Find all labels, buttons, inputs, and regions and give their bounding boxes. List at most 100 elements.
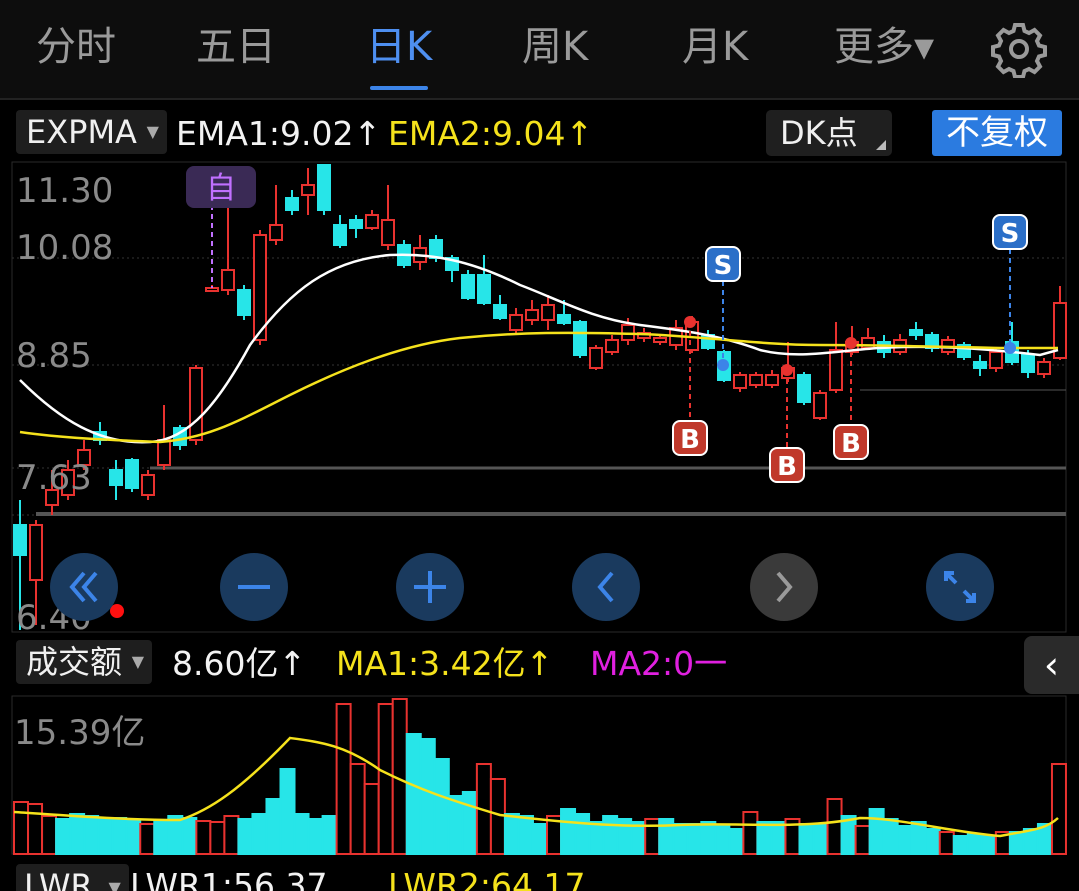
candle-body xyxy=(749,374,763,386)
volume-bar xyxy=(798,823,815,855)
volume-bar xyxy=(531,823,548,855)
step-forward-button[interactable] xyxy=(750,553,818,621)
candle-body xyxy=(157,439,171,466)
volume-bar xyxy=(447,795,464,855)
candle-body xyxy=(221,269,235,291)
candle-body xyxy=(573,321,587,356)
volume-bar xyxy=(517,815,534,855)
candle-body xyxy=(381,219,395,246)
volume-bar xyxy=(293,813,310,855)
volume-bar xyxy=(181,817,198,855)
volume-bar xyxy=(854,825,871,855)
volume-bar xyxy=(714,825,731,855)
candle-body xyxy=(461,274,475,299)
chevron-down-icon: ▼ xyxy=(131,652,145,671)
chevron-down-icon: ▼ xyxy=(108,878,121,891)
buy-dot xyxy=(684,316,696,328)
volume-bar xyxy=(574,813,591,855)
kline-chart[interactable]: 自BBBSS 11.3010.088.857.636.4015.39亿 xyxy=(0,0,1079,891)
candle-body xyxy=(109,469,123,486)
candle-body xyxy=(973,361,987,369)
buy-marker-text: B xyxy=(680,425,700,455)
volume-bar xyxy=(83,815,100,855)
lwr-header: LWR ▼ LWR1:56.37 LWR2:64.17 xyxy=(0,860,1079,891)
volume-bar xyxy=(125,820,142,855)
volume-bar xyxy=(97,818,114,855)
fast-backward-button[interactable] xyxy=(50,553,118,621)
volume-bar xyxy=(868,808,885,855)
candle-body xyxy=(141,474,155,496)
zoom-out-button[interactable] xyxy=(220,553,288,621)
candle-body xyxy=(541,304,555,321)
volume-bar xyxy=(363,783,380,855)
candle-body xyxy=(189,367,203,441)
buy-marker-text: B xyxy=(841,429,861,459)
minus-icon xyxy=(238,585,270,589)
candle-body xyxy=(125,459,139,489)
candle-body xyxy=(765,374,779,386)
volume-bar xyxy=(938,831,955,855)
volume-ma1-readout: MA1:3.42亿↑ xyxy=(336,644,554,683)
volume-indicator-selector[interactable]: 成交额 ▼ xyxy=(16,640,153,684)
step-backward-button[interactable] xyxy=(572,553,640,621)
buy-marker-text: B xyxy=(777,452,797,482)
volume-bar xyxy=(980,835,997,855)
buy-marker: B xyxy=(769,447,805,483)
self-select-text: 自 xyxy=(206,171,236,206)
candle-body xyxy=(909,329,923,336)
volume-bar xyxy=(153,819,170,855)
volume-bar xyxy=(966,833,983,855)
volume-bar xyxy=(644,818,661,855)
collapse-panel-button[interactable]: ‹ xyxy=(1024,636,1079,694)
volume-bar xyxy=(560,808,577,855)
price-axis-label: 11.30 xyxy=(16,171,113,211)
volume-bar xyxy=(377,703,394,855)
volume-bar xyxy=(503,813,520,855)
chevron-left-icon xyxy=(597,571,614,603)
volume-bar xyxy=(812,823,829,855)
volume-ma2-readout: MA2:0一 xyxy=(590,644,728,683)
volume-bar xyxy=(882,818,899,855)
candle-body xyxy=(13,524,27,556)
sell-marker: S xyxy=(705,246,741,282)
sell-marker-text: S xyxy=(714,251,733,281)
volume-bar xyxy=(223,815,240,855)
volume-header: 成交额 ▼ 8.60亿↑ MA1:3.42亿↑ MA2:0一 xyxy=(0,636,1079,692)
volume-bar xyxy=(13,801,29,855)
lwr2-readout: LWR2:64.17 xyxy=(388,866,586,891)
buy-marker: B xyxy=(672,420,708,456)
volume-bar xyxy=(405,733,422,855)
candle-body xyxy=(1021,354,1035,373)
candle-body xyxy=(589,347,603,369)
volume-bar xyxy=(335,703,352,855)
sell-marker-text: S xyxy=(1001,219,1020,249)
price-axis-label: 7.63 xyxy=(16,458,92,498)
chevron-left-icon: ‹ xyxy=(1043,643,1060,687)
sell-dot xyxy=(1004,342,1016,354)
volume-bar xyxy=(700,821,717,855)
buy-dot xyxy=(845,337,857,349)
volume-bar xyxy=(602,815,619,855)
volume-bar xyxy=(924,828,941,855)
zoom-in-button[interactable] xyxy=(396,553,464,621)
volume-readout: 8.60亿↑ xyxy=(172,644,307,683)
volume-bar xyxy=(209,821,226,855)
candle-body xyxy=(365,214,379,229)
lwr-indicator-selector[interactable]: LWR ▼ xyxy=(16,864,129,891)
fullscreen-button[interactable] xyxy=(926,553,994,621)
buy-marker: B xyxy=(833,424,869,460)
volume-bar xyxy=(1050,763,1067,855)
candle-body xyxy=(1037,361,1051,375)
sell-marker: S xyxy=(992,214,1028,250)
candle-body xyxy=(333,224,347,246)
candle-body xyxy=(797,374,811,403)
volume-bar xyxy=(307,818,324,855)
candle-body xyxy=(269,224,283,241)
volume-bar xyxy=(686,823,703,855)
lwr1-readout: LWR1:56.37 xyxy=(130,866,328,891)
sell-dot xyxy=(717,359,729,371)
volume-bar xyxy=(139,823,156,855)
price-axis-label: 10.08 xyxy=(16,228,113,268)
volume-bar xyxy=(461,791,478,855)
candle-body xyxy=(349,219,363,229)
